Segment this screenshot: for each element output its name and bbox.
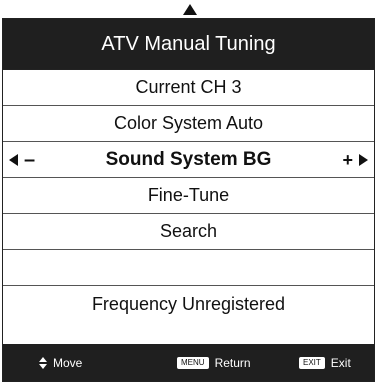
menu-item-label: Color System Auto (113, 113, 264, 133)
menu-item-current-ch[interactable]: Current CH 3 (3, 70, 374, 106)
return-label: Return (214, 355, 251, 370)
up-down-icon (39, 356, 47, 369)
footer-help-bar: Move MENU Return EXIT Exit (3, 344, 374, 381)
menu-item-color-system[interactable]: Color System Auto (3, 106, 374, 142)
menu-item-frequency: Frequency Unregistered (3, 286, 374, 322)
menu-item-sound-system[interactable]: – Sound System BG + (3, 142, 374, 178)
menu-item-search[interactable]: Search (3, 214, 374, 250)
exit-hint[interactable]: EXIT Exit (299, 344, 351, 381)
right-arrow-icon (359, 153, 368, 166)
minus-sign: – (24, 148, 36, 171)
move-label: Move (53, 355, 83, 370)
menu-item-empty (3, 250, 374, 286)
menu-item-label: Sound System BG (105, 148, 272, 170)
menu-item-label: Current CH 3 (135, 77, 242, 97)
return-hint[interactable]: MENU Return (177, 344, 251, 381)
menu-item-fine-tune[interactable]: Fine-Tune (3, 178, 374, 214)
decrease-control[interactable]: – (9, 142, 35, 177)
atv-manual-tuning-menu: ATV Manual Tuning Current CH 3 Color Sys… (2, 18, 375, 382)
exit-label: Exit (330, 355, 351, 370)
scroll-up-icon[interactable] (0, 2, 379, 16)
menu-key: MENU (177, 356, 209, 369)
left-arrow-icon (9, 153, 18, 166)
menu-item-label: Fine-Tune (147, 185, 230, 205)
exit-key: EXIT (299, 356, 325, 369)
plus-sign: + (342, 149, 353, 170)
menu-item-label: Search (159, 221, 218, 241)
menu-title: ATV Manual Tuning (3, 19, 374, 70)
menu-item-label: Frequency Unregistered (91, 293, 286, 314)
move-hint: Move (39, 344, 82, 381)
increase-control[interactable]: + (342, 142, 368, 177)
